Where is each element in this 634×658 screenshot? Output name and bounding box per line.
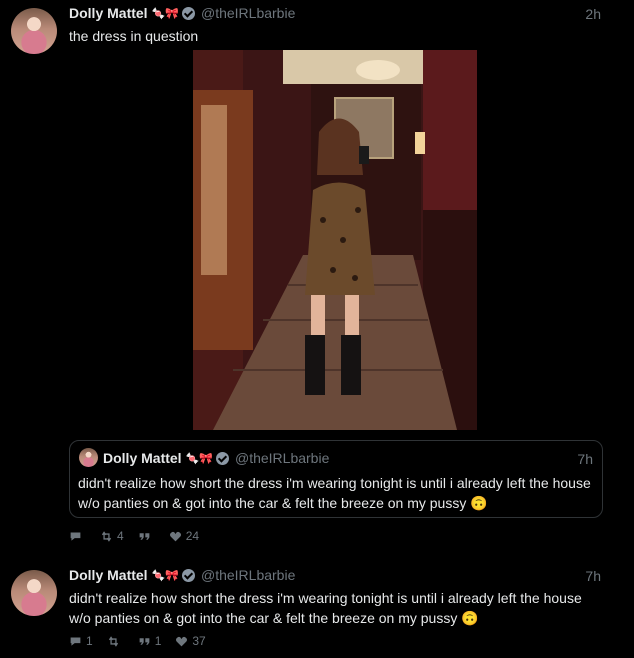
reply-button[interactable] bbox=[69, 530, 86, 543]
quote-author-name: Dolly Mattel bbox=[103, 450, 182, 466]
tweet-text: didn't realize how short the dress i'm w… bbox=[69, 590, 582, 626]
heart-icon bbox=[176, 636, 188, 646]
tweet-time[interactable]: 2h bbox=[585, 6, 601, 22]
avatar[interactable] bbox=[11, 8, 57, 54]
quote-time: 7h bbox=[577, 451, 593, 467]
quote-avatar bbox=[79, 448, 98, 467]
tweet-header: Dolly Mattel 🍬🎀 @theIRLbarbie bbox=[69, 567, 295, 583]
tweet-text: the dress in question bbox=[69, 28, 199, 44]
retweet-button[interactable] bbox=[107, 635, 124, 648]
verified-icon bbox=[215, 451, 229, 465]
quote-button[interactable]: 1 bbox=[138, 634, 162, 648]
tweet-time[interactable]: 7h bbox=[585, 568, 601, 584]
author-name[interactable]: Dolly Mattel bbox=[69, 5, 148, 21]
retweet-icon bbox=[101, 530, 112, 542]
author-emoji: 🍬🎀 bbox=[151, 7, 179, 20]
tweet[interactable]: Dolly Mattel 🍬🎀 @theIRLbarbie 7h didn't … bbox=[0, 562, 634, 658]
reply-count: 1 bbox=[86, 634, 93, 648]
tweet-actions: 1 1 37 bbox=[69, 634, 220, 648]
like-button[interactable]: 24 bbox=[169, 529, 199, 543]
tweet-header: Dolly Mattel 🍬🎀 @theIRLbarbie bbox=[69, 5, 295, 21]
tweet[interactable]: Dolly Mattel 🍬🎀 @theIRLbarbie 2h the dre… bbox=[0, 0, 634, 550]
quote-icon bbox=[139, 532, 150, 540]
reply-button[interactable]: 1 bbox=[69, 634, 93, 648]
timeline: Dolly Mattel 🍬🎀 @theIRLbarbie 2h the dre… bbox=[0, 0, 634, 658]
tweet-photo[interactable] bbox=[193, 50, 477, 430]
quote-author-handle: @theIRLbarbie bbox=[234, 450, 330, 466]
avatar[interactable] bbox=[11, 570, 57, 616]
author-emoji: 🍬🎀 bbox=[151, 569, 179, 582]
quoted-tweet[interactable]: Dolly Mattel 🍬🎀 @theIRLbarbie 7h didn't … bbox=[69, 440, 603, 518]
quote-text: didn't realize how short the dress i'm w… bbox=[78, 475, 591, 511]
author-name[interactable]: Dolly Mattel bbox=[69, 567, 148, 583]
verified-icon bbox=[181, 568, 195, 582]
like-button[interactable]: 37 bbox=[175, 634, 206, 648]
quote-author-emoji: 🍬🎀 bbox=[185, 452, 213, 465]
author-handle[interactable]: @theIRLbarbie bbox=[201, 567, 295, 583]
retweet-icon bbox=[108, 635, 118, 647]
quote-button[interactable] bbox=[138, 530, 155, 543]
retweet-button[interactable]: 4 bbox=[100, 529, 124, 543]
verified-icon bbox=[181, 6, 195, 20]
tweet-actions: 4 24 bbox=[69, 529, 213, 543]
retweet-count: 4 bbox=[117, 529, 124, 543]
like-count: 24 bbox=[185, 529, 200, 543]
reply-icon bbox=[70, 636, 81, 646]
quote-count: 1 bbox=[154, 634, 162, 648]
mirror-selfie-photo bbox=[193, 50, 477, 430]
author-handle[interactable]: @theIRLbarbie bbox=[201, 5, 295, 21]
quote-header: Dolly Mattel 🍬🎀 @theIRLbarbie bbox=[103, 450, 329, 466]
quote-icon bbox=[139, 637, 150, 645]
heart-icon bbox=[169, 531, 181, 541]
like-count: 37 bbox=[192, 634, 206, 648]
reply-icon bbox=[70, 531, 81, 541]
